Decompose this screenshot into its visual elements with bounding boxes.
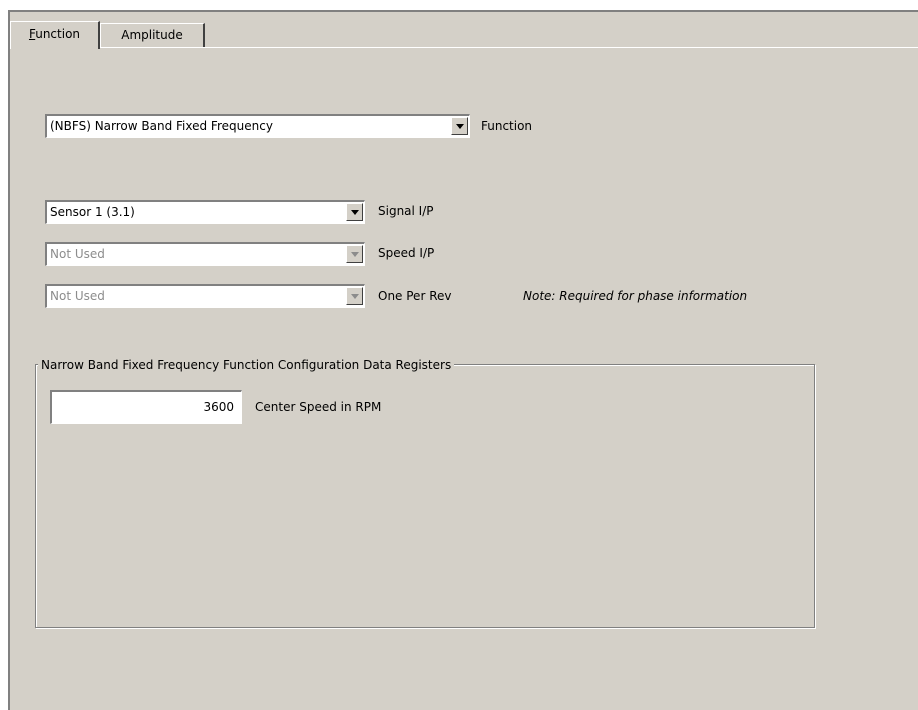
signal-input-select[interactable]: Sensor 1 (3.1) [45, 200, 365, 224]
one-per-rev-dropdown-button[interactable] [346, 287, 363, 305]
speed-input-dropdown-button[interactable] [346, 245, 363, 263]
one-per-rev-label: One Per Rev [378, 289, 452, 303]
center-speed-label: Center Speed in RPM [255, 400, 382, 414]
speed-input-value: Not Used [50, 247, 105, 261]
function-select[interactable]: (NBFS) Narrow Band Fixed Frequency [45, 114, 470, 138]
chevron-down-icon [456, 124, 464, 129]
function-select-value: (NBFS) Narrow Band Fixed Frequency [50, 119, 273, 133]
config-registers-group-title: Narrow Band Fixed Frequency Function Con… [38, 357, 455, 373]
tab-amplitude[interactable]: Amplitude [100, 23, 205, 47]
function-label: Function [481, 119, 533, 133]
speed-input-label: Speed I/P [378, 246, 435, 260]
speed-input-select[interactable]: Not Used [45, 242, 365, 266]
tab-function[interactable]: Function [10, 21, 100, 49]
one-per-rev-select[interactable]: Not Used [45, 284, 365, 308]
phase-note: Note: Required for phase information [523, 289, 748, 303]
signal-input-label: Signal I/P [378, 204, 434, 218]
one-per-rev-value: Not Used [50, 289, 105, 303]
chevron-down-icon [351, 294, 359, 299]
signal-input-value: Sensor 1 (3.1) [50, 205, 135, 219]
center-speed-value: 3600 [203, 400, 234, 414]
tab-amplitude-label: Amplitude [121, 28, 183, 42]
chevron-down-icon [351, 210, 359, 215]
chevron-down-icon [351, 252, 359, 257]
center-speed-input[interactable]: 3600 [50, 390, 242, 424]
function-dropdown-button[interactable] [451, 117, 468, 135]
signal-input-dropdown-button[interactable] [346, 203, 363, 221]
tab-function-label: unction [35, 27, 81, 41]
